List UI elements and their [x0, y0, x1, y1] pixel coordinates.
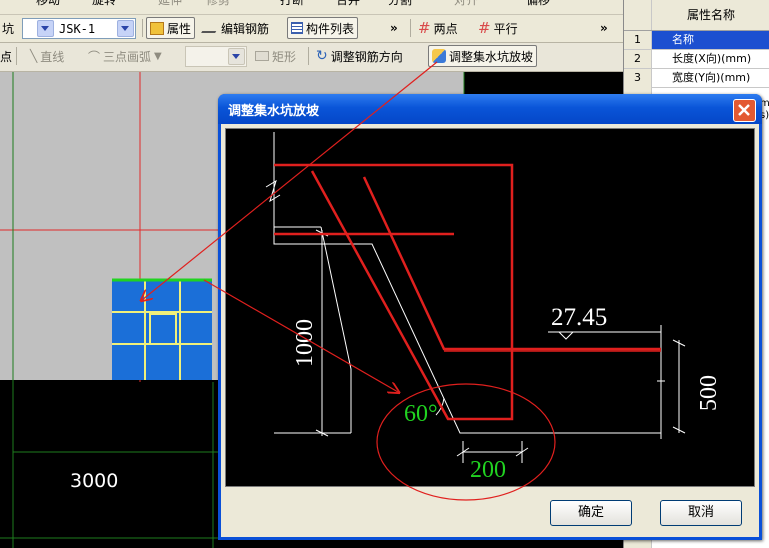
type-label: 坑 [2, 21, 15, 36]
properties-button[interactable]: 属性 [146, 17, 196, 39]
list-icon [291, 22, 303, 34]
rect-button[interactable]: 矩形 [255, 45, 296, 67]
component-select[interactable]: JSK-1 [22, 18, 136, 39]
chevron-down-icon[interactable] [228, 48, 245, 65]
component-toolbar: 坑 JSK-1 属性 编辑钢筋 构件列表 » # 两点 # 平行 » [0, 15, 623, 43]
two-points-button[interactable]: # 两点 [418, 17, 458, 39]
edit-rebar-button[interactable]: 编辑钢筋 [201, 17, 269, 39]
sump-pit[interactable] [112, 280, 212, 380]
split-button[interactable]: 分割 [388, 0, 412, 8]
dialog-title: 调整集水坑放坡 [228, 104, 320, 119]
adjust-rebar-direction-button[interactable]: ↻ 调整钢筋方向 [316, 45, 403, 67]
three-point-arc-button[interactable]: ⌒ 三点画弧 ▼ [88, 45, 162, 67]
more-chevron-icon[interactable]: » [390, 17, 398, 39]
edit-toolbar: 移动 旋转 延伸 修剪 打断 合并 分割 对齐 偏移 [0, 0, 623, 15]
offset-dim-label: 200 [470, 457, 506, 483]
line-icon: ╲ [30, 49, 38, 63]
move-button[interactable]: 移动 [36, 0, 60, 8]
point-button[interactable]: 点 [0, 45, 12, 67]
pencil-icon [201, 23, 221, 33]
adjust-sump-slope-button[interactable]: 调整集水坑放坡 [428, 45, 538, 67]
arc-icon: ⌒ [88, 49, 101, 64]
rotate-icon: ↻ [316, 48, 328, 64]
property-row[interactable]: 1 名称 [624, 31, 769, 50]
rotate-button[interactable]: 旋转 [92, 0, 116, 8]
dimension-label: 3000 [70, 470, 119, 492]
properties-header: 属性名称 [624, 0, 769, 31]
sump-slope-icon [432, 49, 446, 63]
slope-angle-label: 60° [404, 401, 438, 427]
adjust-sump-slope-dialog: 调整集水坑放坡 1000 27.45 500 60° 200 确定 取消 [218, 94, 762, 540]
close-icon [738, 104, 750, 116]
chevron-down-icon[interactable] [117, 20, 134, 37]
offset-button[interactable]: 偏移 [526, 0, 550, 8]
dialog-title-bar[interactable]: 调整集水坑放坡 [218, 94, 762, 124]
draw-toolbar: 点 ╲ 直线 ⌒ 三点画弧 ▼ 矩形 ↻ 调整钢筋方向 调整集水坑放坡 [0, 43, 623, 72]
chevron-down-icon[interactable]: ▼ [154, 51, 162, 62]
component-list-button[interactable]: 构件列表 [287, 17, 359, 39]
merge-button[interactable]: 合并 [336, 0, 360, 8]
arc-mode-select[interactable] [185, 46, 247, 67]
dialog-body: 1000 27.45 500 60° 200 确定 取消 [221, 124, 759, 537]
slope-diagram-svg: 1000 27.45 500 60° 200 [265, 132, 722, 483]
parallel-button[interactable]: # 平行 [478, 17, 518, 39]
property-row[interactable]: 2 长度(X向)(mm) [624, 50, 769, 69]
line-button[interactable]: ╲ 直线 [30, 45, 64, 67]
grid-icon: # [418, 19, 431, 37]
rect-icon [255, 51, 269, 61]
align-button[interactable]: 对齐 [454, 0, 478, 8]
extend-button[interactable]: 延伸 [158, 0, 182, 8]
elevation-label: 27.45 [551, 304, 607, 331]
grid-icon: # [478, 19, 491, 37]
ok-button[interactable]: 确定 [550, 500, 632, 526]
depth-dim-label: 1000 [292, 319, 318, 367]
close-button[interactable] [733, 99, 756, 122]
trim-button[interactable]: 修剪 [206, 0, 230, 8]
more-chevron-icon[interactable]: » [600, 17, 608, 39]
chevron-down-icon[interactable] [37, 20, 54, 37]
break-button[interactable]: 打断 [280, 0, 304, 8]
cancel-button[interactable]: 取消 [660, 500, 742, 526]
slope-diagram: 1000 27.45 500 60° 200 [225, 128, 755, 487]
properties-icon [150, 21, 164, 35]
thickness-dim-label: 500 [696, 375, 722, 411]
